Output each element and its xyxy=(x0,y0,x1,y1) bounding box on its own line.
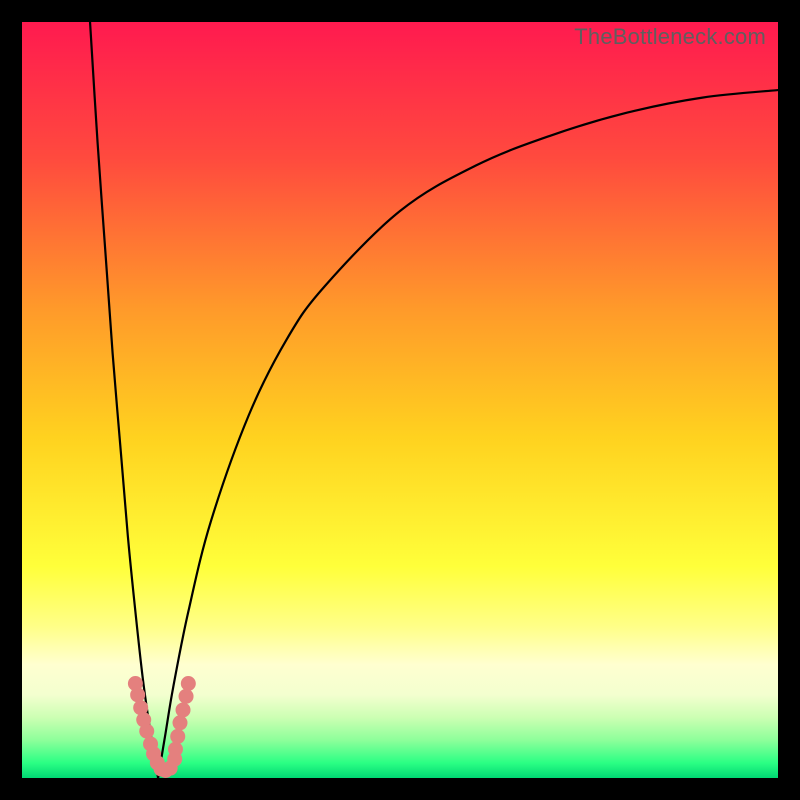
plot-area: TheBottleneck.com xyxy=(22,22,778,778)
marker-point xyxy=(139,724,154,739)
marker-point xyxy=(173,715,188,730)
chart-frame: TheBottleneck.com xyxy=(0,0,800,800)
marker-point xyxy=(176,702,191,717)
highlighted-points xyxy=(128,676,196,778)
marker-point xyxy=(130,687,145,702)
bottleneck-curve-left xyxy=(90,22,158,778)
curve-layer xyxy=(22,22,778,778)
marker-point xyxy=(168,742,183,757)
marker-point xyxy=(181,676,196,691)
bottleneck-curve-right xyxy=(158,90,778,778)
marker-point xyxy=(170,729,185,744)
marker-point xyxy=(179,689,194,704)
